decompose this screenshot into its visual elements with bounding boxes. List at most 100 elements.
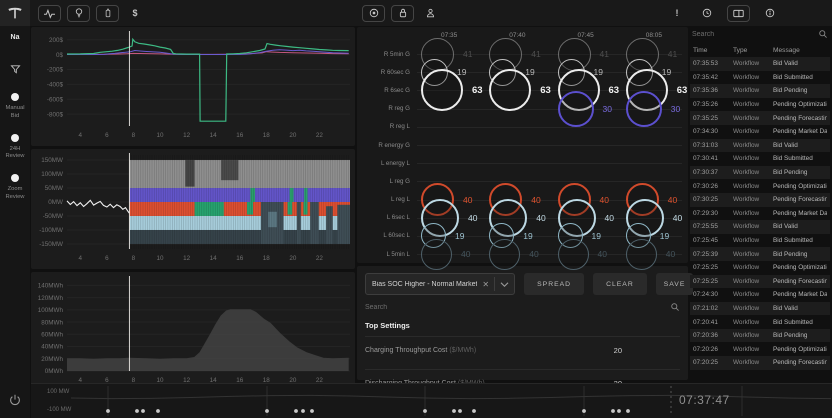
dollar-icon: $ (132, 8, 137, 18)
signals-button[interactable] (38, 5, 61, 22)
spread-button[interactable]: SPREAD (524, 273, 584, 295)
svg-text:18: 18 (263, 255, 271, 262)
log-row[interactable]: 07:21:02WorkflowBid Valid (690, 302, 830, 316)
sidebar-toggle-manual-bid[interactable]: Manual Bid (1, 93, 29, 121)
lock-button[interactable] (391, 5, 414, 22)
bid-value: 41 (668, 49, 677, 59)
log-time: 07:35:42 (693, 74, 733, 81)
svg-text:14: 14 (210, 255, 218, 262)
log-row[interactable]: 07:29:30WorkflowPending Market Data (690, 207, 830, 221)
log-time: 07:31:03 (693, 142, 733, 149)
energy-chart-panel: 140MWh120MWh100MWh80MWh60MWh40MWh20MWh0M… (31, 272, 355, 391)
log-row[interactable]: 07:30:25WorkflowPending Forecasting (690, 193, 830, 207)
chevron-down-icon[interactable] (495, 281, 514, 288)
log-row[interactable]: 07:35:53WorkflowBid Valid (690, 57, 830, 71)
bid-circle[interactable] (626, 91, 662, 127)
log-row[interactable]: 07:35:26WorkflowPending Optimization (690, 98, 830, 112)
price-button[interactable]: $ (125, 5, 145, 22)
log-type: Workflow (733, 223, 773, 230)
settings-search (365, 302, 680, 312)
bid-circle[interactable] (489, 239, 520, 270)
svg-text:-200$: -200$ (47, 67, 64, 74)
svg-text:12: 12 (183, 132, 191, 139)
svg-text:6: 6 (105, 132, 109, 139)
log-type: Workflow (733, 237, 773, 244)
log-row[interactable]: 07:20:41WorkflowBid Submitted (690, 315, 830, 329)
log-row[interactable]: 07:20:25WorkflowPending Forecasting (690, 356, 830, 370)
user-button[interactable] (420, 5, 440, 22)
log-time: 07:25:55 (693, 223, 733, 230)
timeline-bar[interactable]: 100 MW -100 MW 07:37:47 (31, 383, 832, 418)
log-type: Workflow (733, 128, 773, 135)
log-row[interactable]: 07:20:36WorkflowBid Pending (690, 329, 830, 343)
tesla-logo[interactable] (0, 0, 30, 26)
bid-circle[interactable] (626, 239, 657, 270)
matrix-row-label: R 60sec G (357, 69, 415, 76)
log-row[interactable]: 07:35:42WorkflowBid Submitted (690, 71, 830, 85)
asset-card-button[interactable] (727, 5, 750, 22)
clear-button[interactable]: CLEAR (593, 273, 647, 295)
battery-button[interactable] (96, 5, 119, 22)
bid-circle[interactable] (558, 91, 594, 127)
log-type: Workflow (733, 155, 773, 162)
bid-circle[interactable] (421, 239, 452, 270)
matrix-row-label: R reg G (357, 105, 415, 112)
log-time: 07:30:41 (693, 155, 733, 162)
log-message: Bid Pending (773, 332, 827, 339)
bid-value: 41 (531, 49, 540, 59)
log-row[interactable]: 07:25:45WorkflowBid Submitted (690, 234, 830, 248)
log-type: Workflow (733, 305, 773, 312)
log-type: Workflow (733, 87, 773, 94)
target-button[interactable] (362, 5, 385, 22)
history-button[interactable] (697, 5, 717, 22)
log-row[interactable]: 07:25:25WorkflowPending Optimization (690, 261, 830, 275)
svg-text:100MW: 100MW (41, 171, 63, 178)
log-type: Workflow (733, 115, 773, 122)
sidebar-toggle-zoom-review[interactable]: Zoom Review (1, 174, 29, 202)
log-row[interactable]: 07:35:36WorkflowBid Pending (690, 84, 830, 98)
settings-panel: Bias SOC Higher - Normal Market ✕ SPREAD… (357, 266, 688, 380)
toggle-label: Zoom Review (1, 186, 29, 202)
info-button[interactable] (760, 5, 780, 22)
toggle-dot[interactable] (11, 174, 19, 182)
log-message: Pending Forecasting (773, 115, 827, 122)
filter-button[interactable] (9, 63, 22, 79)
log-row[interactable]: 07:30:37WorkflowBid Pending (690, 166, 830, 180)
save-button[interactable]: SAVE (656, 273, 694, 295)
bid-circle[interactable] (489, 69, 531, 111)
sidebar-toggle-24h-review[interactable]: 24H Review (1, 134, 29, 162)
log-type: Workflow (733, 60, 773, 67)
svg-text:-50MW: -50MW (43, 213, 63, 220)
power-icon (8, 393, 22, 407)
log-row[interactable]: 07:24:30WorkflowPending Market Data (690, 288, 830, 302)
log-row[interactable]: 07:25:55WorkflowBid Valid (690, 220, 830, 234)
log-row[interactable]: 07:35:25WorkflowPending Forecasting (690, 111, 830, 125)
bid-circle[interactable] (421, 69, 463, 111)
bid-circle[interactable] (558, 239, 589, 270)
log-row[interactable]: 07:25:39WorkflowBid Pending (690, 247, 830, 261)
log-row[interactable]: 07:30:41WorkflowBid Submitted (690, 152, 830, 166)
log-row[interactable]: 07:25:25WorkflowPending Forecasting (690, 275, 830, 289)
svg-text:0$: 0$ (56, 52, 64, 59)
log-row[interactable]: 07:31:03WorkflowBid Valid (690, 139, 830, 153)
svg-text:20: 20 (289, 132, 297, 139)
power-button[interactable] (8, 393, 22, 410)
log-type: Workflow (733, 359, 773, 366)
toggle-dot[interactable] (11, 134, 19, 142)
svg-text:0MW: 0MW (48, 199, 63, 206)
log-row[interactable]: 07:30:26WorkflowPending Optimization (690, 179, 830, 193)
log-row[interactable]: 07:34:30WorkflowPending Market Data (690, 125, 830, 139)
log-row[interactable]: 07:20:26WorkflowPending Optimization (690, 342, 830, 356)
log-search-input[interactable] (692, 31, 818, 38)
filter-funnel-icon (9, 63, 22, 76)
toggle-dot[interactable] (11, 93, 19, 101)
insight-button[interactable] (67, 5, 90, 22)
preset-select[interactable]: Bias SOC Higher - Normal Market ✕ (365, 273, 515, 295)
log-type: Workflow (733, 142, 773, 149)
clear-preset-icon[interactable]: ✕ (477, 280, 494, 289)
alerts-button[interactable]: ! (667, 5, 687, 22)
setting-unit: ($/MWh) (449, 347, 476, 354)
settings-search-input[interactable] (365, 304, 670, 311)
toggle-label: 24H Review (1, 146, 29, 162)
setting-value[interactable]: 20 (614, 346, 622, 355)
